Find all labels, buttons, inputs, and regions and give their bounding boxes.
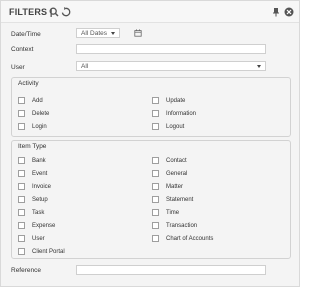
checkbox-logout-label: Logout bbox=[166, 124, 185, 130]
checkbox-client-portal-label: Client Portal bbox=[32, 249, 65, 255]
checkbox-task-label: Task bbox=[32, 210, 45, 216]
checkbox-event[interactable] bbox=[18, 170, 25, 177]
checkbox-login[interactable] bbox=[18, 123, 25, 130]
reference-input[interactable] bbox=[76, 265, 266, 275]
datetime-label: Date/Time bbox=[11, 31, 41, 38]
checkbox-statement-label: Statement bbox=[166, 197, 194, 203]
checkbox-update-label: Update bbox=[166, 98, 186, 104]
checkbox-contact-label: Contact bbox=[166, 158, 187, 164]
close-icon[interactable] bbox=[284, 7, 294, 17]
checkbox-delete-label: Delete bbox=[32, 111, 50, 117]
checkbox-add[interactable] bbox=[18, 97, 25, 104]
chevron-down-icon bbox=[111, 32, 115, 35]
checkbox-user-label: User bbox=[32, 236, 45, 242]
reset-icon[interactable] bbox=[61, 7, 71, 17]
checkbox-transaction-label: Transaction bbox=[166, 223, 198, 229]
checkbox-general-label: General bbox=[166, 171, 188, 177]
checkbox-expense[interactable] bbox=[18, 222, 25, 229]
checkbox-add-label: Add bbox=[32, 98, 43, 104]
filters-header: FILTERS | bbox=[1, 1, 299, 23]
checkbox-setup-label: Setup bbox=[32, 197, 48, 203]
item-type-group: Item Type Bank Contact Event General Inv… bbox=[11, 140, 291, 259]
panel-title: FILTERS | bbox=[9, 7, 53, 17]
filters-panel: FILTERS | Date/Time All Dates Context Us… bbox=[0, 0, 300, 287]
checkbox-contact[interactable] bbox=[152, 157, 159, 164]
user-value: All bbox=[81, 63, 89, 70]
checkbox-time-label: Time bbox=[166, 210, 180, 216]
context-input[interactable] bbox=[76, 44, 266, 54]
checkbox-time[interactable] bbox=[152, 209, 159, 216]
checkbox-invoice[interactable] bbox=[18, 183, 25, 190]
pin-icon[interactable] bbox=[271, 7, 281, 17]
checkbox-user[interactable] bbox=[18, 235, 25, 242]
checkbox-update[interactable] bbox=[152, 97, 159, 104]
activity-group: Activity Add Update Delete Information L… bbox=[11, 77, 291, 137]
checkbox-login-label: Login bbox=[32, 124, 47, 130]
user-label: User bbox=[11, 64, 25, 71]
checkbox-statement[interactable] bbox=[152, 196, 159, 203]
checkbox-setup[interactable] bbox=[18, 196, 25, 203]
checkbox-logout[interactable] bbox=[152, 123, 159, 130]
checkbox-bank[interactable] bbox=[18, 157, 25, 164]
datetime-value: All Dates bbox=[81, 30, 108, 37]
checkbox-information-label: Information bbox=[166, 111, 197, 117]
checkbox-information[interactable] bbox=[152, 110, 159, 117]
checkbox-client-portal[interactable] bbox=[18, 248, 25, 255]
checkbox-bank-label: Bank bbox=[32, 158, 46, 164]
checkbox-matter[interactable] bbox=[152, 183, 159, 190]
checkbox-general[interactable] bbox=[152, 170, 159, 177]
chevron-down-icon bbox=[257, 65, 261, 68]
checkbox-invoice-label: Invoice bbox=[32, 184, 52, 190]
checkbox-chart-of-accounts[interactable] bbox=[152, 235, 159, 242]
item-type-title: Item Type bbox=[18, 143, 47, 150]
datetime-select[interactable]: All Dates bbox=[76, 28, 120, 38]
reference-label: Reference bbox=[11, 267, 41, 274]
checkbox-expense-label: Expense bbox=[32, 223, 56, 229]
checkbox-task[interactable] bbox=[18, 209, 25, 216]
checkbox-event-label: Event bbox=[32, 171, 48, 177]
context-label: Context bbox=[11, 46, 34, 53]
search-icon[interactable] bbox=[49, 7, 59, 17]
user-select[interactable]: All bbox=[76, 61, 266, 71]
activity-title: Activity bbox=[18, 80, 39, 87]
checkbox-delete[interactable] bbox=[18, 110, 25, 117]
checkbox-transaction[interactable] bbox=[152, 222, 159, 229]
checkbox-matter-label: Matter bbox=[166, 184, 184, 190]
calendar-icon[interactable] bbox=[134, 29, 142, 37]
checkbox-chart-of-accounts-label: Chart of Accounts bbox=[166, 236, 214, 242]
